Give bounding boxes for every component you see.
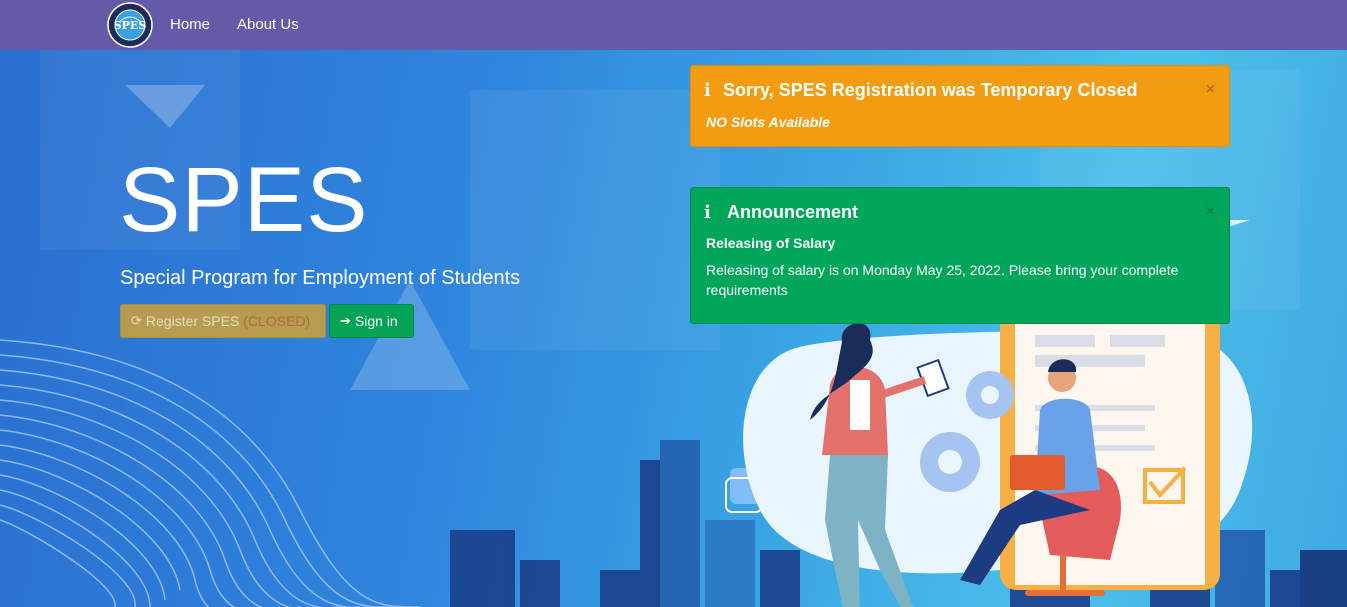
spes-logo[interactable]: SPES — [105, 2, 155, 48]
sign-in-icon: ➔ — [340, 313, 351, 328]
announcement-alert: i Announcement Releasing of Salary Relea… — [690, 187, 1230, 324]
top-navbar: SPES Home About Us — [0, 0, 1347, 50]
sign-in-button[interactable]: ➔ Sign in — [329, 304, 414, 338]
close-icon[interactable]: × — [1206, 81, 1215, 99]
refresh-icon: ⟳ — [131, 313, 142, 328]
spes-logo-image: SPES — [107, 2, 153, 48]
info-icon: i — [704, 202, 711, 223]
sign-in-label: Sign in — [354, 313, 398, 329]
alert-subtitle: NO Slots Available — [706, 114, 830, 130]
nav-home-link[interactable]: Home — [170, 16, 210, 33]
registration-closed-alert: i Sorry, SPES Registration was Temporary… — [690, 65, 1230, 147]
announcement-title: Announcement — [727, 202, 859, 222]
register-closed-label: (CLOSED) — [243, 313, 311, 329]
alert-title: Sorry, SPES Registration was Temporary C… — [723, 80, 1138, 100]
register-label: Register SPES — [145, 313, 240, 329]
hero-title: SPES — [119, 149, 369, 251]
close-icon[interactable]: × — [1206, 203, 1215, 221]
announcement-heading: Releasing of Salary — [706, 235, 836, 251]
nav-about-link[interactable]: About Us — [237, 16, 299, 33]
register-spes-button[interactable]: ⟳ Register SPES (CLOSED) — [120, 304, 326, 338]
hero-subtitle: Special Program for Employment of Studen… — [120, 267, 521, 289]
announcement-body: Releasing of salary is on Monday May 25,… — [706, 262, 1179, 298]
info-icon: i — [704, 80, 711, 101]
logo-text: SPES — [114, 19, 147, 32]
